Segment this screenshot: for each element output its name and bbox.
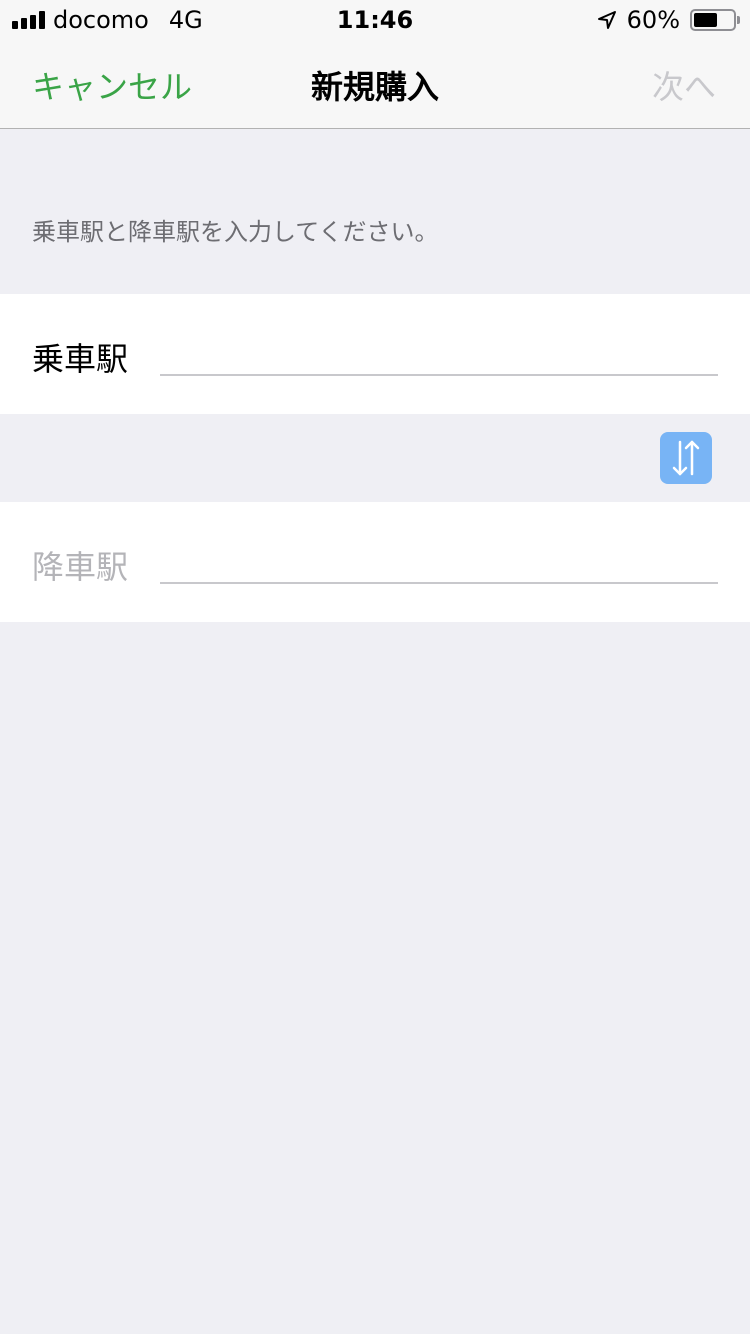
next-button[interactable]: 次へ <box>652 62 716 108</box>
boarding-station-input[interactable] <box>160 328 718 376</box>
alighting-station-input[interactable] <box>160 536 718 584</box>
alighting-station-row: 降車駅 <box>0 502 750 622</box>
boarding-station-row: 乗車駅 <box>0 294 750 414</box>
location-arrow-icon <box>597 11 616 29</box>
cancel-button[interactable]: キャンセル <box>32 62 192 108</box>
alighting-station-label: 降車駅 <box>32 548 129 586</box>
status-bar: docomo 4G 11:46 60% <box>0 0 750 40</box>
battery-fill <box>694 13 717 27</box>
swap-vertical-arrows-icon <box>672 440 700 476</box>
navigation-bar: キャンセル 新規購入 次へ <box>0 40 750 129</box>
swap-stations-button[interactable] <box>660 432 712 484</box>
battery-icon <box>690 9 740 31</box>
instruction-text: 乗車駅と降車駅を入力してください。 <box>32 218 439 246</box>
battery-percent: 60% <box>626 6 680 34</box>
boarding-station-label: 乗車駅 <box>32 340 129 378</box>
status-right: 60% <box>597 6 740 34</box>
